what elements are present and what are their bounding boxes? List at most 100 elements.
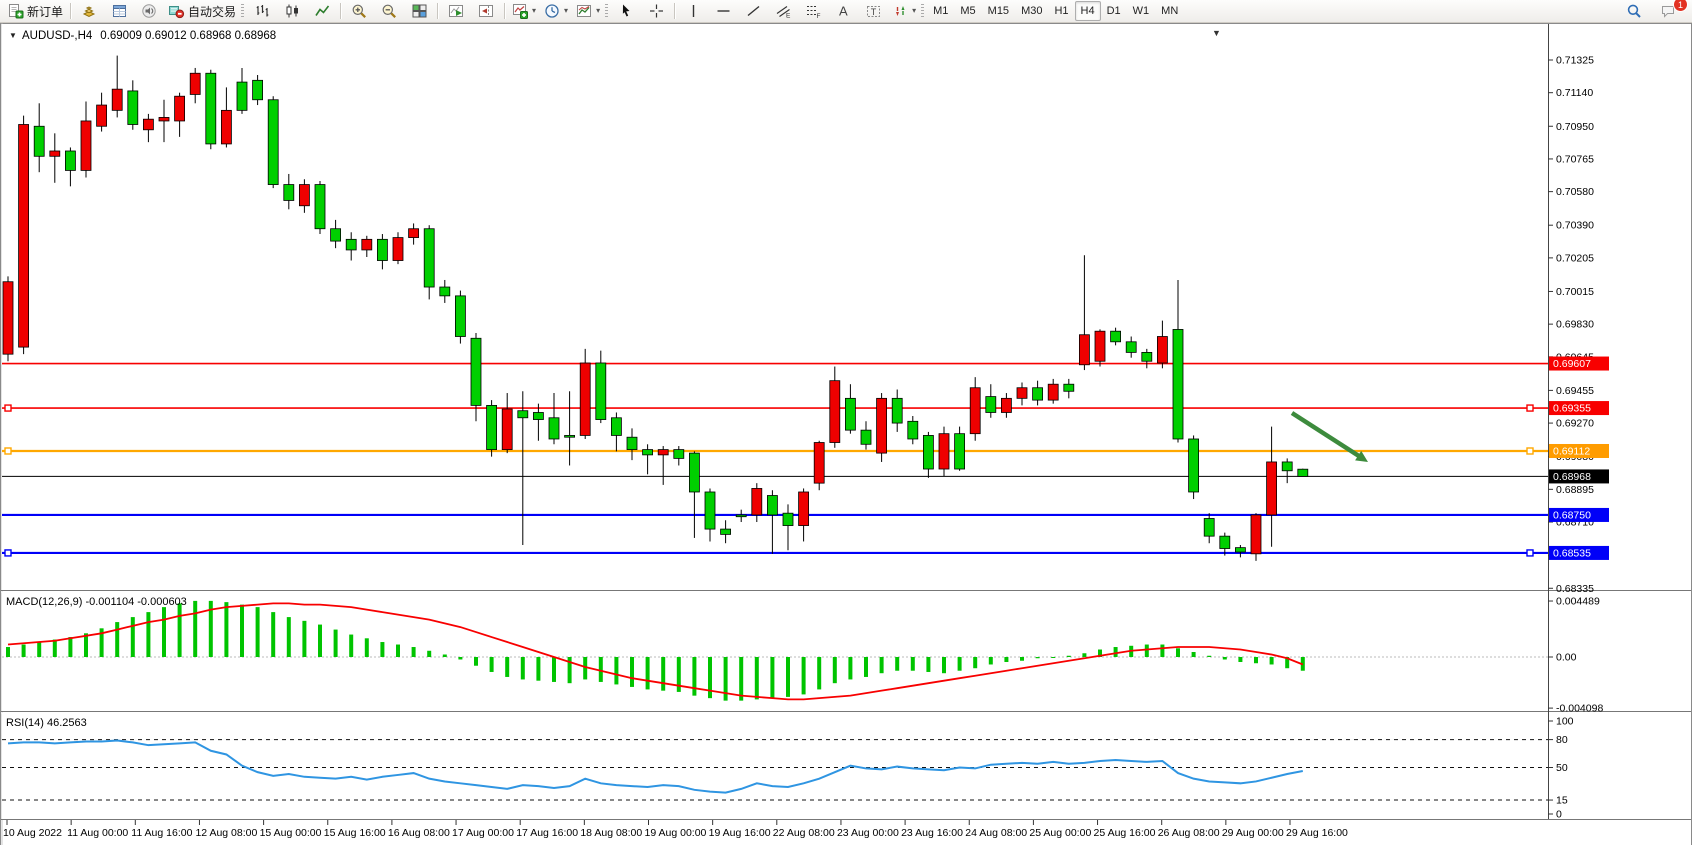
candle-body [861, 430, 871, 444]
timeframe-button-w1[interactable]: W1 [1127, 1, 1156, 21]
crosshair-button[interactable] [641, 0, 671, 22]
hline-handle[interactable] [5, 448, 11, 454]
chart-shift-button[interactable] [471, 0, 501, 22]
channel-button[interactable]: E [768, 0, 798, 22]
market-watch-button[interactable] [74, 0, 104, 22]
hline-handle[interactable] [1527, 448, 1533, 454]
templates-icon [576, 3, 593, 19]
trendline-button[interactable] [738, 0, 768, 22]
candle-body [97, 105, 107, 126]
search-button[interactable] [1619, 0, 1649, 22]
svg-text:0.69355: 0.69355 [1553, 403, 1591, 415]
bar-chart-button[interactable] [247, 0, 277, 22]
chart-canvas[interactable]: 0.713250.711400.709500.707650.705800.703… [0, 23, 1692, 845]
macd-bar [911, 657, 915, 671]
alerts-button[interactable] [134, 0, 164, 22]
auto-trading-button[interactable]: 自动交易 [164, 0, 240, 22]
text-label-button[interactable]: T [858, 0, 888, 22]
svg-text:0.00: 0.00 [1556, 652, 1577, 664]
new-order-button-label: 新订单 [27, 3, 63, 20]
macd-bar [864, 657, 868, 677]
text-button[interactable]: A [828, 0, 858, 22]
mt4-window: 新订单 自动交易 ▾ ▾ ▾ EFA T ▾ M1M5M15M30H1H4D1W1MN 1 0.7… [0, 0, 1692, 845]
candle-body [1033, 388, 1043, 400]
candle-chart-button[interactable] [277, 0, 307, 22]
candle-body [1235, 548, 1245, 552]
svg-text:0.68535: 0.68535 [1553, 547, 1591, 559]
candle-body [658, 450, 668, 455]
toolbar-grip[interactable] [241, 4, 244, 18]
tile-windows-button[interactable] [404, 0, 434, 22]
toolbar-grip[interactable] [605, 4, 608, 18]
macd-pane[interactable]: 0.0044890.00-0.004098MACD(12,26,9) -0.00… [2, 592, 1603, 715]
svg-text:T: T [870, 7, 876, 17]
macd-bar [646, 657, 650, 689]
data-window-button[interactable] [104, 0, 134, 22]
macd-bar [802, 657, 806, 694]
timeframe-button-h4[interactable]: H4 [1075, 1, 1101, 21]
candle-body [705, 492, 715, 529]
macd-bar [1192, 652, 1196, 657]
hline-handle[interactable] [5, 405, 11, 411]
dropdown-caret-icon[interactable]: ▾ [596, 7, 600, 15]
chart-shift-marker-icon: ▼ [1212, 28, 1221, 38]
timeframe-button-m1[interactable]: M1 [927, 1, 954, 21]
macd-bar [334, 630, 338, 657]
indicators-button[interactable]: ▾ [508, 0, 540, 22]
time-axis-label: 18 Aug 08:00 [580, 827, 642, 839]
time-axis-label: 11 Aug 16:00 [131, 827, 192, 839]
macd-bar [178, 603, 182, 657]
line-chart-button[interactable] [307, 0, 337, 22]
hline-handle[interactable] [1527, 550, 1533, 556]
fibonacci-button[interactable]: F [798, 0, 828, 22]
candle-body [65, 151, 75, 170]
zoom-out-button[interactable] [374, 0, 404, 22]
macd-bar [739, 657, 743, 701]
candle-body [939, 434, 949, 469]
candle-body [409, 229, 419, 238]
time-axis-label: 15 Aug 16:00 [324, 827, 386, 839]
chat-button[interactable]: 1 [1653, 0, 1683, 22]
macd-bar [1051, 657, 1055, 658]
time-axis-label: 10 Aug 2022 [3, 827, 62, 839]
dropdown-caret-icon[interactable]: ▾ [564, 7, 568, 15]
dropdown-caret-icon[interactable]: ▾ [912, 7, 916, 15]
time-axis-label: 12 Aug 08:00 [195, 827, 257, 839]
macd-bar [848, 657, 852, 679]
macd-bar [162, 607, 166, 657]
auto-scroll-button[interactable] [441, 0, 471, 22]
zoom-in-button[interactable] [344, 0, 374, 22]
new-order-button[interactable]: 新订单 [3, 0, 67, 22]
arrows-button[interactable]: ▾ [888, 0, 920, 22]
cursor-button[interactable] [611, 0, 641, 22]
hline-handle[interactable] [5, 550, 11, 556]
candle-body [1079, 335, 1089, 365]
candle-body [830, 381, 840, 443]
vertical-line-button[interactable] [678, 0, 708, 22]
templates-button[interactable]: ▾ [572, 0, 604, 22]
timeframe-button-m15[interactable]: M15 [982, 1, 1015, 21]
timeframe-button-h1[interactable]: H1 [1048, 1, 1074, 21]
candle-body [1126, 342, 1136, 353]
candle-body [1204, 518, 1214, 536]
macd-bar [37, 642, 41, 657]
timeframe-button-m30[interactable]: M30 [1015, 1, 1048, 21]
candle-body [1251, 515, 1261, 554]
timeframe-button-m5[interactable]: M5 [954, 1, 981, 21]
macd-bar [443, 655, 447, 657]
macd-bar [1160, 645, 1164, 657]
periods-button[interactable]: ▾ [540, 0, 572, 22]
horizontal-line-button[interactable] [708, 0, 738, 22]
rsi-pane[interactable]: 1008050150RSI(14) 46.2563 [2, 713, 1574, 821]
toolbar-separator [437, 3, 438, 19]
hline-handle[interactable] [1527, 405, 1533, 411]
toolbar-grip[interactable] [921, 4, 924, 18]
timeframe-button-mn[interactable]: MN [1155, 1, 1184, 21]
time-axis-label: 16 Aug 08:00 [388, 827, 450, 839]
svg-text:A: A [839, 4, 848, 19]
timeframe-button-d1[interactable]: D1 [1101, 1, 1127, 21]
svg-text:0.71325: 0.71325 [1556, 55, 1594, 67]
line-chart-icon [314, 3, 331, 19]
dropdown-caret-icon[interactable]: ▾ [532, 7, 536, 15]
candle-body [1142, 352, 1152, 361]
